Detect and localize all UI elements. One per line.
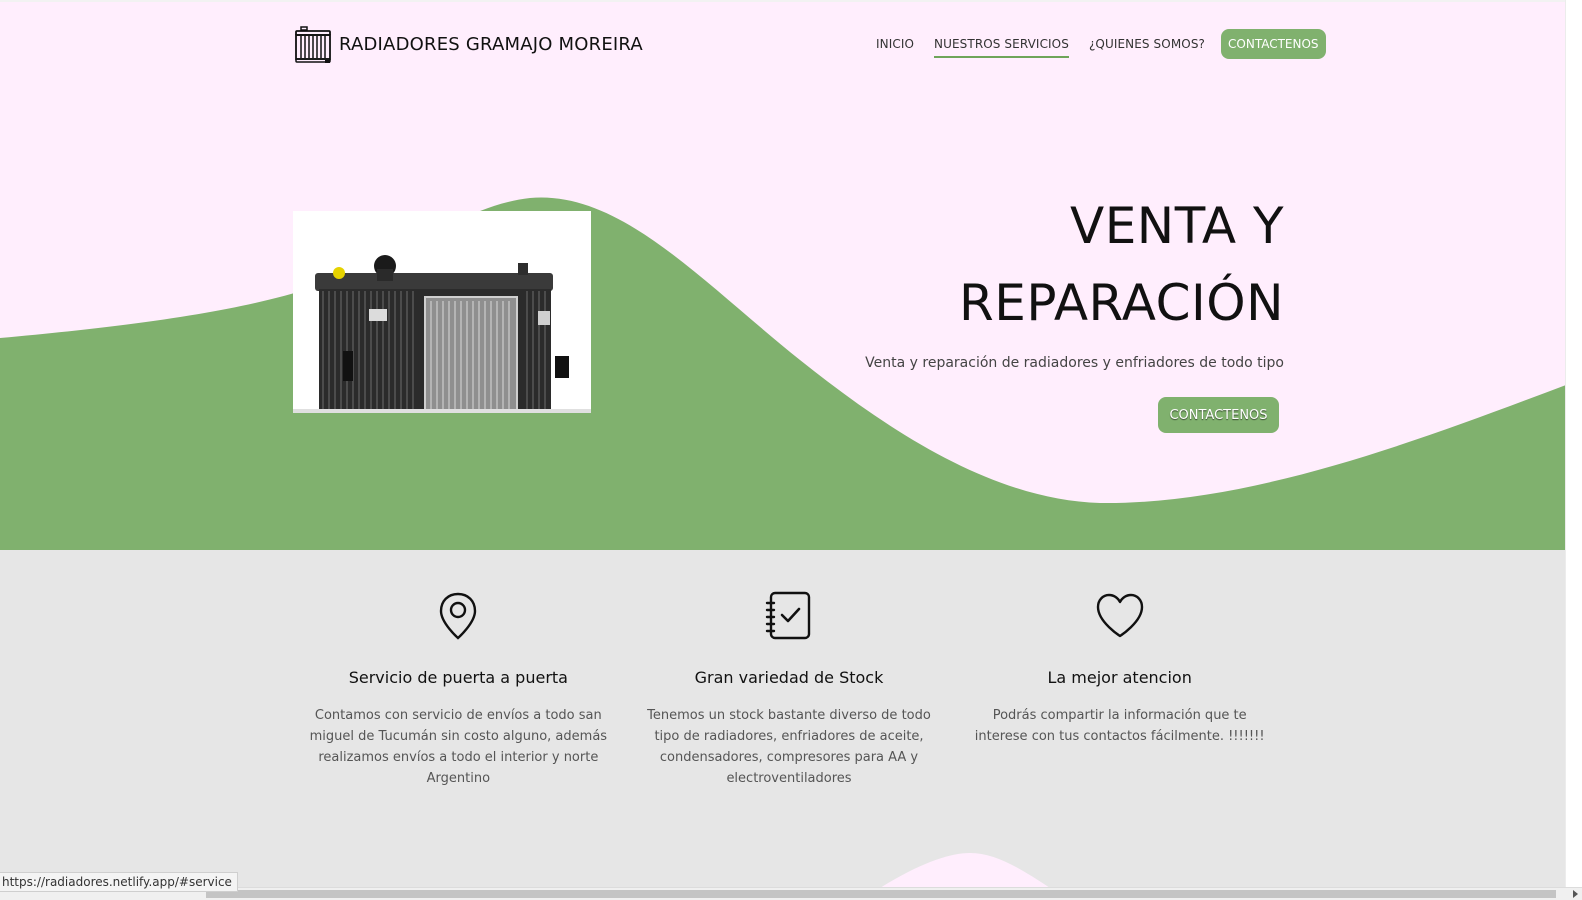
hero-title-line2: REPARACIÓN: [959, 274, 1284, 332]
nav-item-servicios[interactable]: NUESTROS SERVICIOS: [924, 30, 1079, 58]
feature-text: Tenemos un stock bastante diverso de tod…: [647, 708, 931, 786]
heart-icon: [1096, 593, 1143, 638]
feature-title: Gran variedad de Stock: [694, 668, 884, 687]
section-wave-shape: [880, 853, 1050, 888]
nav-contact-button[interactable]: CONTACTENOS: [1221, 29, 1326, 59]
scrollbar-thumb[interactable]: [206, 890, 1556, 898]
feature-text: Contamos con servicio de envíos a todo s…: [309, 708, 608, 786]
brand[interactable]: RADIADORES GRAMAJO MOREIRA: [293, 24, 643, 64]
nav-item-quienes-somos[interactable]: ¿QUIENES SOMOS?: [1079, 30, 1215, 58]
feature-text: Podrás compartir la información que te i…: [974, 708, 1265, 744]
location-pin-icon: [440, 592, 477, 640]
hero-section: RADIADORES GRAMAJO MOREIRA INICIO NUESTR…: [0, 0, 1566, 550]
radiator-photo: [293, 211, 591, 413]
feature-card: Gran variedad de Stock Tenemos un stock …: [624, 590, 955, 789]
feature-card: Servicio de puerta a puerta Contamos con…: [293, 590, 624, 789]
feature-title: Servicio de puerta a puerta: [348, 668, 568, 687]
scroll-right-arrow-icon[interactable]: [1573, 890, 1578, 898]
features-section: Servicio de puerta a puerta Contamos con…: [293, 590, 1285, 789]
status-bar-url: https://radiadores.netlify.app/#service: [0, 872, 238, 892]
vertical-scrollbar[interactable]: [1565, 0, 1582, 888]
main-nav: INICIO NUESTROS SERVICIOS ¿QUIENES SOMOS…: [866, 29, 1326, 59]
brand-name: RADIADORES GRAMAJO MOREIRA: [339, 33, 643, 55]
nav-item-inicio[interactable]: INICIO: [866, 30, 924, 58]
hero-wave-shape: [0, 197, 1566, 550]
feature-card: La mejor atencion Podrás compartir la in…: [954, 590, 1285, 789]
checklist-notebook-icon: [765, 591, 811, 640]
hero-title-line1: VENTA Y: [1070, 197, 1284, 255]
hero-contact-button[interactable]: CONTACTENOS: [1158, 397, 1279, 433]
feature-title: La mejor atencion: [1047, 668, 1192, 687]
hero-subtitle: Venta y reparación de radiadores y enfri…: [865, 355, 1284, 371]
hero-title: VENTA Y REPARACIÓN: [864, 188, 1284, 342]
radiator-icon: [295, 26, 331, 63]
